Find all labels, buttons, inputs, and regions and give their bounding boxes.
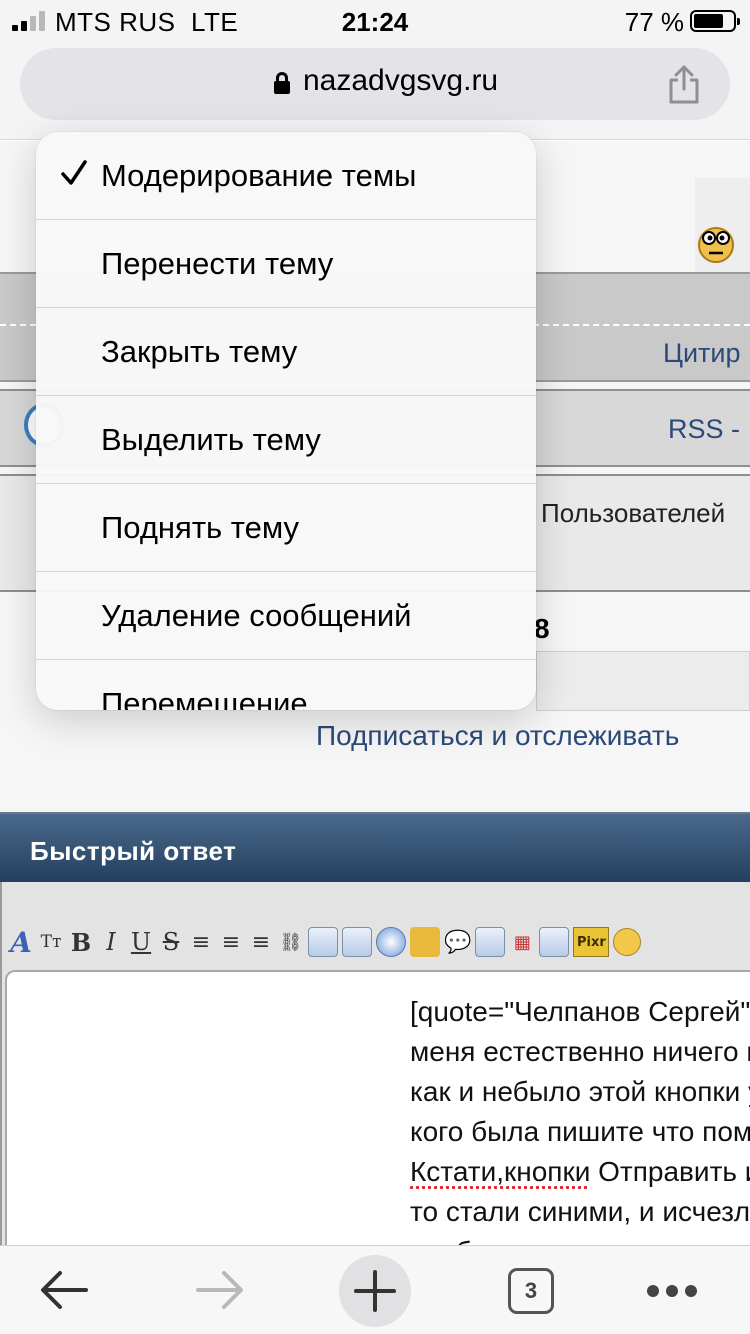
info-row-box xyxy=(536,651,750,711)
moderation-dropdown-menu[interactable]: Модерирование темы Перенести тему Закрыть … xyxy=(36,132,536,710)
text-line: как и небыло этой кнопки уведомления... … xyxy=(410,1076,750,1107)
link-icon[interactable]: ⛓ xyxy=(278,926,304,958)
number-fragment: 8 xyxy=(534,613,550,644)
quick-reply-title: Быстрый ответ xyxy=(30,836,237,866)
play-icon[interactable] xyxy=(376,927,406,957)
rss-link[interactable]: RSS - xyxy=(668,414,740,445)
align-center-icon[interactable]: ≡ xyxy=(218,926,244,958)
text-line: кого была пишите что поменялось...[/quot… xyxy=(410,1116,750,1147)
menu-item[interactable]: Закрыть тему xyxy=(36,308,536,396)
browser-top-chrome: MTS RUS LTE 21:24 77 % nazadvgsvg.ru xyxy=(0,0,750,140)
menu-item-label: Перенести тему xyxy=(101,246,334,281)
image-icon[interactable] xyxy=(342,927,372,957)
strikethrough-icon[interactable]: S xyxy=(158,926,184,958)
text-line: меня естественно ничего не поменялось та… xyxy=(410,1036,750,1067)
menu-item-label: Удаление сообщений xyxy=(101,598,412,633)
italic-icon[interactable]: I xyxy=(98,926,124,958)
font-size-icon[interactable]: Tт xyxy=(38,926,64,958)
bold-icon[interactable]: B xyxy=(68,926,94,958)
quick-reply-header: Быстрый ответ xyxy=(0,812,750,882)
menu-item[interactable]: Удаление сообщений xyxy=(36,572,536,660)
new-tab-button[interactable] xyxy=(339,1255,411,1327)
lock-icon xyxy=(274,72,290,94)
pixr-icon[interactable]: Pixr xyxy=(573,927,610,957)
align-right-icon[interactable]: ≡ xyxy=(248,926,274,958)
text-line: сообщения xyxy=(410,1236,556,1245)
color-grid-icon[interactable]: ▦ xyxy=(509,926,535,958)
tab-count-button[interactable]: 3 xyxy=(508,1268,554,1314)
smile-icon[interactable] xyxy=(613,928,642,956)
table-icon[interactable] xyxy=(539,927,570,957)
url-text[interactable]: nazadvgsvg.ru xyxy=(303,64,498,98)
book-icon[interactable] xyxy=(308,927,338,957)
lock-hide-icon[interactable] xyxy=(410,927,440,957)
menu-item-label: Закрыть тему xyxy=(101,334,298,369)
align-left-icon[interactable]: ≡ xyxy=(188,926,214,958)
forward-arrow-icon[interactable] xyxy=(194,1268,246,1312)
battery-percentage: 77 % xyxy=(624,7,684,37)
subscribe-link[interactable]: Подписаться и отслеживать xyxy=(316,720,679,752)
text-line: то стали синими, и исчезла кнопка Удалит… xyxy=(410,1196,750,1227)
menu-item-label: Модерирование темы xyxy=(101,158,417,193)
font-color-icon[interactable]: A xyxy=(8,926,34,959)
users-label: Пользователей xyxy=(541,498,726,528)
editor-toolbar: A Tт B I U S ≡ ≡ ≡ ⛓ 💬 ▦ Pixr xyxy=(8,924,642,960)
battery-icon xyxy=(690,10,740,32)
checkmark-icon xyxy=(61,160,87,185)
status-bar: MTS RUS LTE 21:24 77 % xyxy=(0,0,750,44)
smiley-icon xyxy=(698,227,734,263)
menu-item[interactable]: Поднять тему xyxy=(36,484,536,572)
browser-bottom-toolbar: 3 xyxy=(0,1245,750,1334)
menu-item[interactable]: Выделить тему xyxy=(36,396,536,484)
speech-bubble-icon[interactable]: 💬 xyxy=(444,926,471,958)
menu-item[interactable]: Перенести тему xyxy=(36,220,536,308)
text-line: Кстати,кнопки Отправить и Посмотреть поч… xyxy=(410,1156,750,1187)
menu-item[interactable]: Модерирование темы xyxy=(36,132,536,220)
menu-item-label: Выделить тему xyxy=(101,422,321,457)
quote-link[interactable]: Цитир xyxy=(663,338,741,369)
share-icon[interactable] xyxy=(668,64,700,104)
address-bar[interactable]: nazadvgsvg.ru xyxy=(20,48,730,120)
menu-item[interactable]: Перемещение xyxy=(36,660,536,710)
text-line: [quote="Челпанов Сергей"]Отключил скрипт xyxy=(410,996,750,1027)
underline-icon[interactable]: U xyxy=(128,926,154,958)
plus-icon xyxy=(354,1270,396,1312)
upload-icon[interactable] xyxy=(475,927,506,957)
more-dots-icon[interactable] xyxy=(646,1284,698,1298)
back-arrow-icon[interactable] xyxy=(38,1268,90,1312)
menu-item-label: Поднять тему xyxy=(101,510,300,545)
menu-item-label: Перемещение xyxy=(101,686,308,710)
